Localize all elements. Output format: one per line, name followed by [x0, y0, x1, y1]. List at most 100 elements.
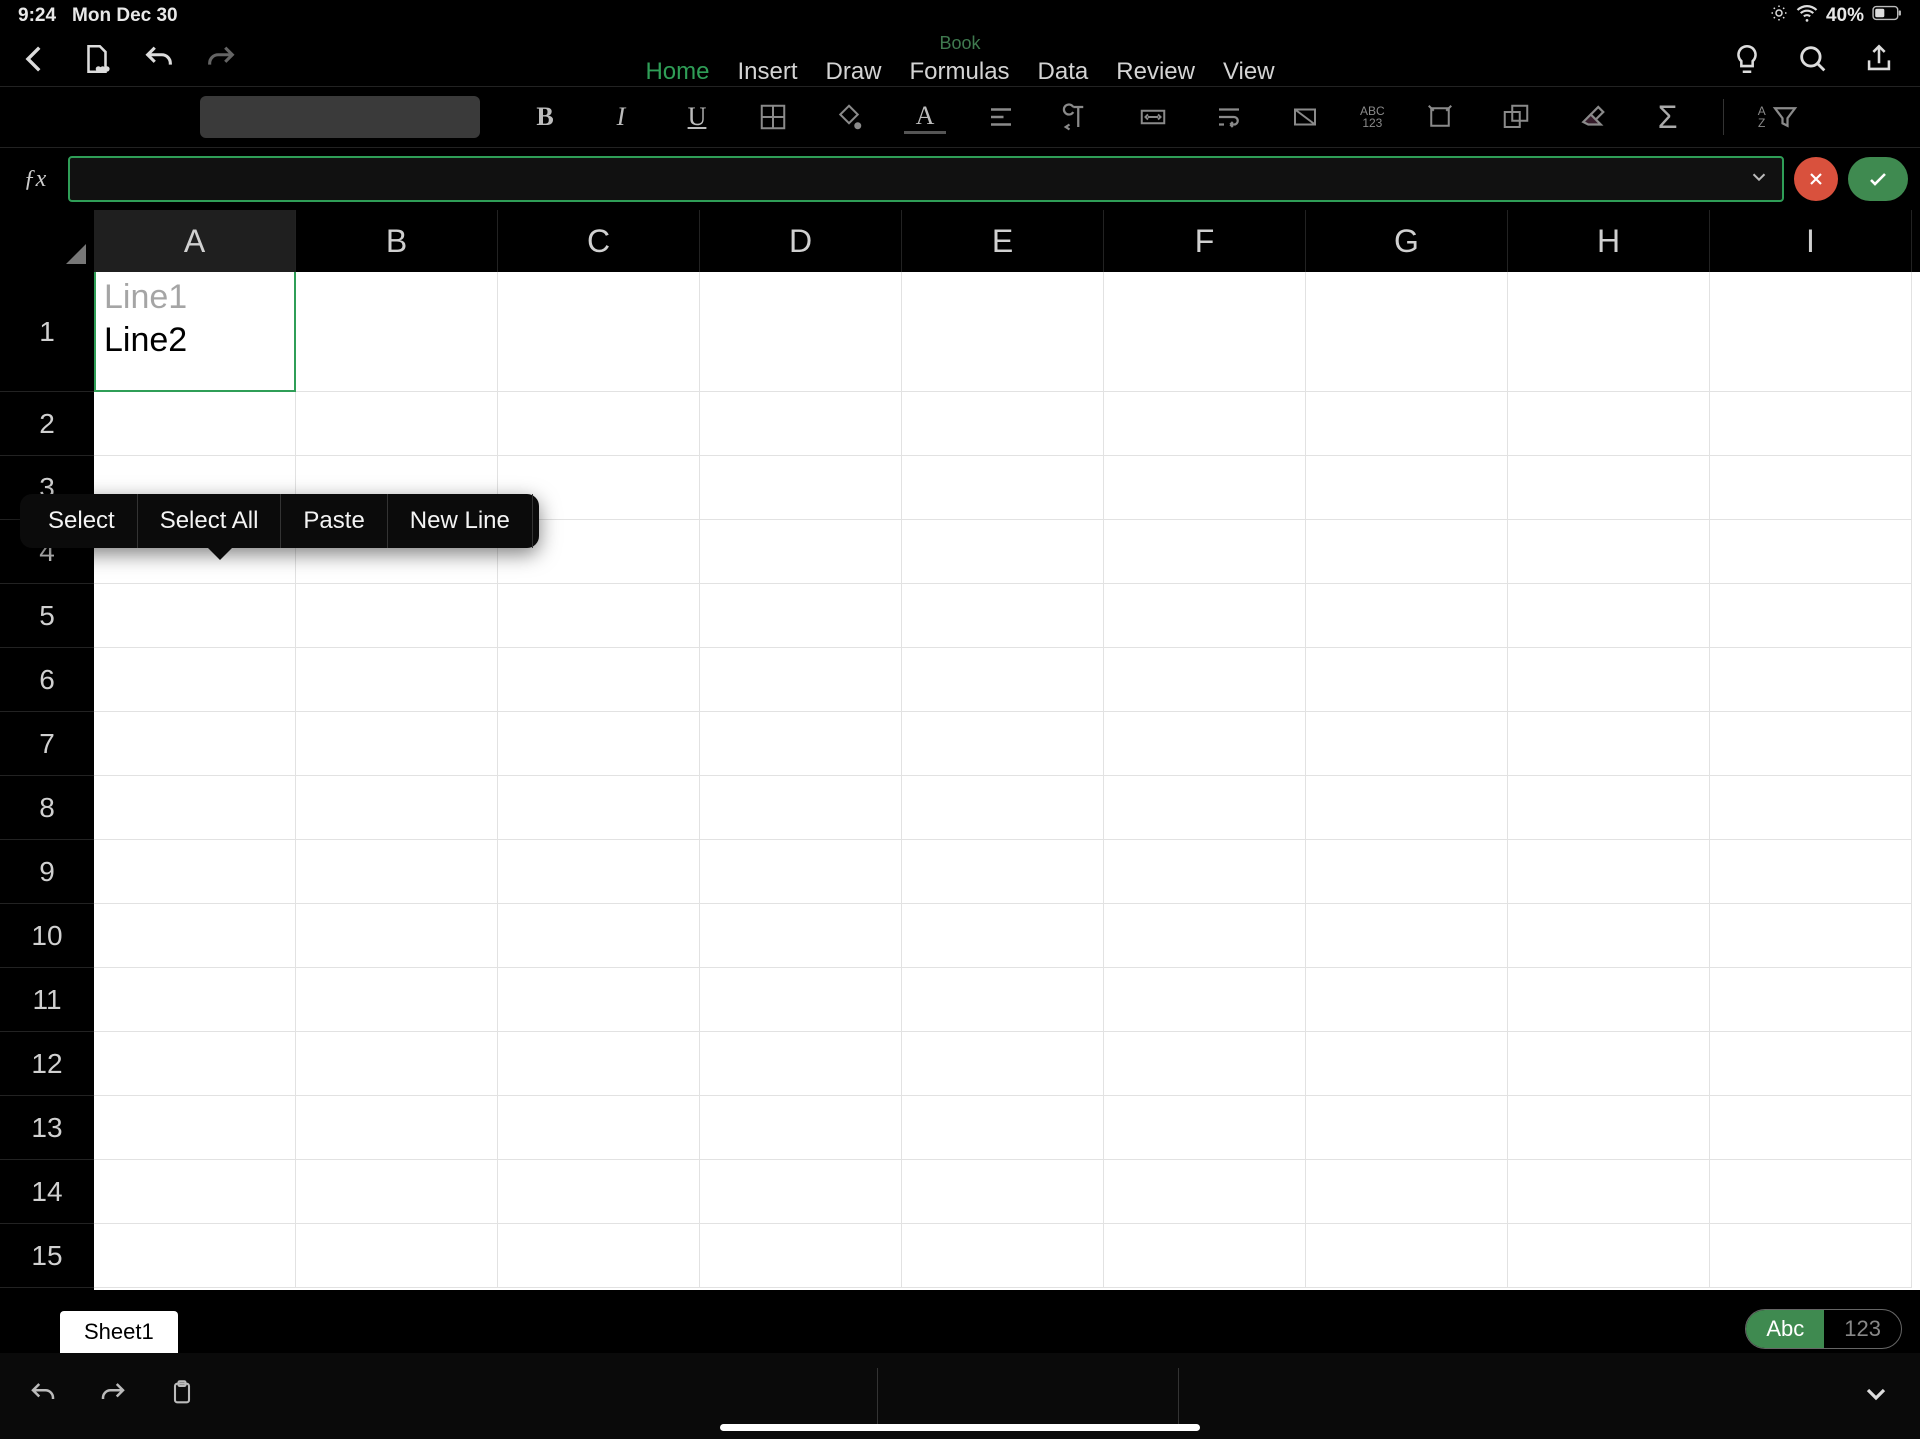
insert-cells-button[interactable] [1495, 96, 1537, 138]
cell-G1[interactable] [1306, 272, 1508, 392]
kb-undo-button[interactable] [28, 1379, 58, 1414]
context-menu: Select Select All Paste New Line [20, 494, 539, 548]
tab-formulas[interactable]: Formulas [910, 58, 1010, 86]
cell-F1[interactable] [1104, 272, 1306, 392]
file-menu-button[interactable] [80, 42, 114, 76]
keyboard-mode-toggle[interactable]: Abc 123 [1745, 1309, 1902, 1349]
row-header-13[interactable]: 13 [0, 1096, 94, 1160]
sheet-tab-bar: Sheet1 Abc 123 [0, 1305, 1920, 1353]
cell-E1[interactable] [902, 272, 1104, 392]
sheet-tab-active[interactable]: Sheet1 [60, 1311, 178, 1353]
formula-expand-icon[interactable] [1748, 166, 1770, 193]
row-header-9[interactable]: 9 [0, 840, 94, 904]
col-header-E[interactable]: E [902, 210, 1104, 272]
redo-button[interactable] [204, 42, 238, 76]
ctx-new-line[interactable]: New Line [388, 494, 533, 548]
row-header-12[interactable]: 12 [0, 1032, 94, 1096]
tab-data[interactable]: Data [1038, 58, 1089, 86]
tab-view[interactable]: View [1223, 58, 1275, 86]
kb-mode-abc[interactable]: Abc [1746, 1310, 1824, 1348]
tab-insert[interactable]: Insert [737, 58, 797, 86]
select-all-corner[interactable] [0, 210, 94, 272]
text-direction-button[interactable] [1056, 96, 1098, 138]
col-header-G[interactable]: G [1306, 210, 1508, 272]
row-header-2[interactable]: 2 [0, 392, 94, 456]
formula-bar: ƒx [0, 148, 1920, 210]
ribbon-tabs: Home Insert Draw Formulas Data Review Vi… [645, 58, 1274, 86]
battery-percent: 40% [1826, 5, 1864, 27]
keyboard-dock [0, 1353, 1920, 1439]
row-header-14[interactable]: 14 [0, 1160, 94, 1224]
cell-H1[interactable] [1508, 272, 1710, 392]
tab-draw[interactable]: Draw [826, 58, 882, 86]
cells-area[interactable]: Line1 Line2 [94, 272, 1920, 1290]
search-button[interactable] [1796, 42, 1830, 76]
kb-clipboard-button[interactable] [168, 1379, 196, 1414]
ctx-select-all[interactable]: Select All [138, 494, 282, 548]
undo-button[interactable] [142, 42, 176, 76]
row-header-8[interactable]: 8 [0, 776, 94, 840]
autosum-button[interactable]: Σ [1647, 96, 1689, 138]
share-button[interactable] [1862, 42, 1896, 76]
number-format-button[interactable]: ABC123 [1360, 105, 1385, 129]
lightbulb-button[interactable] [1730, 42, 1764, 76]
back-button[interactable] [18, 42, 52, 76]
formula-input[interactable] [68, 156, 1784, 202]
ctx-paste[interactable]: Paste [281, 494, 387, 548]
fill-color-button[interactable] [828, 96, 870, 138]
italic-button[interactable]: I [600, 96, 642, 138]
row-header-10[interactable]: 10 [0, 904, 94, 968]
cell-D1[interactable] [700, 272, 902, 392]
row-header-6[interactable]: 6 [0, 648, 94, 712]
cell-A1[interactable]: Line1 Line2 [94, 272, 296, 392]
underline-button[interactable]: U [676, 96, 718, 138]
bold-button[interactable]: B [524, 96, 566, 138]
formatting-toolbar: B I U A ABC123 Σ AZ [0, 86, 1920, 148]
tab-home[interactable]: Home [645, 58, 709, 86]
cell-A2[interactable] [94, 392, 296, 456]
brightness-icon [1770, 4, 1788, 28]
insert-delete-button[interactable] [1419, 96, 1461, 138]
col-header-H[interactable]: H [1508, 210, 1710, 272]
row-headers: 1 2 3 4 5 6 7 8 9 10 11 12 13 14 15 [0, 272, 94, 1290]
col-header-D[interactable]: D [700, 210, 902, 272]
col-header-B[interactable]: B [296, 210, 498, 272]
ctx-select[interactable]: Select [26, 494, 138, 548]
col-header-C[interactable]: C [498, 210, 700, 272]
font-name-box[interactable] [200, 96, 480, 138]
keyboard-dismiss-button[interactable] [1860, 1378, 1892, 1415]
row-header-15[interactable]: 15 [0, 1224, 94, 1288]
formula-confirm-button[interactable] [1848, 157, 1908, 201]
battery-icon [1872, 5, 1902, 27]
fx-label[interactable]: ƒx [12, 166, 58, 193]
row-header-1[interactable]: 1 [0, 272, 94, 392]
align-button[interactable] [980, 96, 1022, 138]
kb-redo-button[interactable] [98, 1379, 128, 1414]
row-header-5[interactable]: 5 [0, 584, 94, 648]
col-header-F[interactable]: F [1104, 210, 1306, 272]
font-color-button[interactable]: A [904, 100, 946, 134]
row-header-7[interactable]: 7 [0, 712, 94, 776]
borders-button[interactable] [752, 96, 794, 138]
topbar: Book Home Insert Draw Formulas Data Revi… [0, 32, 1920, 86]
cell-A1-line2: Line2 [104, 319, 286, 362]
status-time: 9:24 [18, 5, 56, 27]
spreadsheet-grid[interactable]: Select Select All Paste New Line A B C D… [0, 210, 1920, 1290]
merge-button[interactable] [1132, 96, 1174, 138]
sort-filter-button[interactable]: AZ [1758, 96, 1800, 138]
row-header-11[interactable]: 11 [0, 968, 94, 1032]
kb-mode-123[interactable]: 123 [1824, 1310, 1901, 1348]
cell-styles-button[interactable] [1284, 96, 1326, 138]
home-indicator[interactable] [720, 1424, 1200, 1431]
cell-C1[interactable] [498, 272, 700, 392]
col-header-A[interactable]: A [94, 210, 296, 272]
cell-I1[interactable] [1710, 272, 1912, 392]
wrap-text-button[interactable] [1208, 96, 1250, 138]
cell-B1[interactable] [296, 272, 498, 392]
column-headers: A B C D E F G H I [0, 210, 1920, 272]
col-header-I[interactable]: I [1710, 210, 1912, 272]
clear-button[interactable] [1571, 96, 1613, 138]
document-title[interactable]: Book [939, 33, 980, 54]
formula-cancel-button[interactable] [1794, 157, 1838, 201]
tab-review[interactable]: Review [1116, 58, 1195, 86]
